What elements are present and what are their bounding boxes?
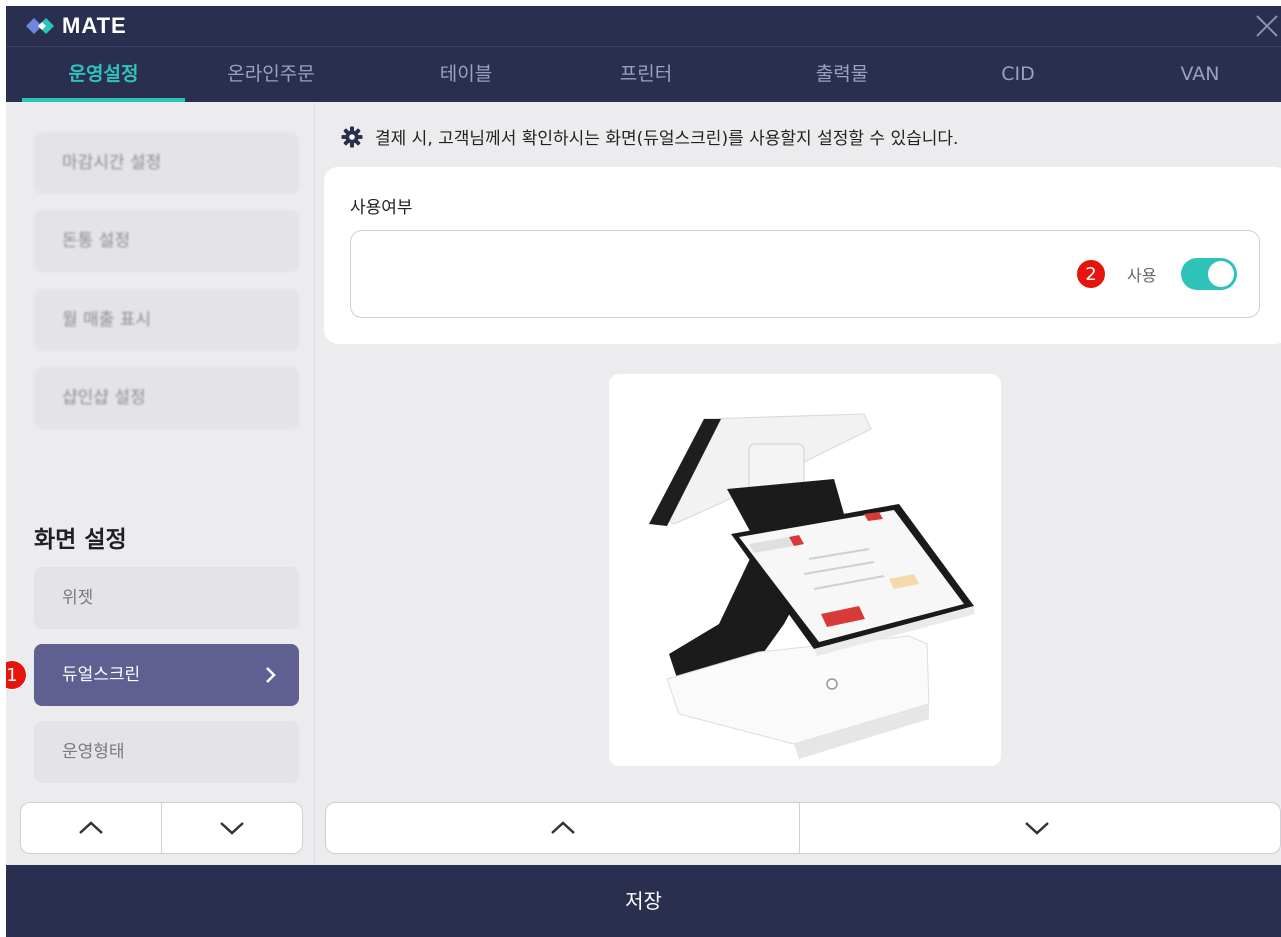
sidebar-item-label: 듀얼스크린 [62,665,141,685]
sidebar-scroll-down-button[interactable] [162,803,302,853]
sidebar-item-operation-type[interactable]: 운영형태 [34,721,299,783]
sidebar-item-label: 운영형태 [62,742,125,762]
app-logo: MATE [24,12,127,40]
usage-card: 사용여부 2 사용 [324,167,1281,344]
app-title: MATE [62,13,127,38]
dual-screen-toggle[interactable] [1181,258,1237,290]
sidebar-item-shop-in-shop[interactable]: 샵인샵 설정 [34,367,299,429]
sidebar-item-widget[interactable]: 위젯 [34,567,299,629]
usage-toggle-row: 2 사용 [350,230,1260,318]
content-scroll-down-button[interactable] [800,803,1273,853]
tab-printout[interactable]: 출력물 [782,47,902,103]
tab-bar: 운영설정 온라인주문 테이블 프린터 출력물 CID VAN [6,46,1281,102]
sidebar-scroll-up-button[interactable] [21,803,161,853]
chevron-up-icon [551,821,575,834]
main-content: 결제 시, 고객님께서 확인하시는 화면(듀얼스크린)를 사용할지 설정할 수 … [316,102,1281,865]
title-bar: MATE [6,6,1281,46]
dual-screen-device-image [609,374,1001,766]
sidebar-item-cash-drawer[interactable]: 돈통 설정 [34,210,299,272]
chevron-up-icon [79,821,103,834]
tab-van[interactable]: VAN [1140,47,1260,103]
sidebar-item-dual-screen[interactable]: 듀얼스크린 [34,644,299,706]
sidebar-item-label: 마감시간 설정 [62,153,162,173]
usage-label: 사용여부 [350,198,413,218]
chevron-right-icon [265,644,277,729]
sidebar: 마감시간 설정 돈통 설정 월 매출 표시 샵인샵 설정 화면 설정 위젯 듀얼… [6,102,315,865]
chevron-down-icon [220,822,244,835]
mate-logo-icon [26,18,54,34]
content-scroll-up-button[interactable] [326,803,799,853]
chevron-down-icon [1025,822,1049,835]
sidebar-item-label: 돈통 설정 [62,231,130,251]
app-window: MATE 운영설정 온라인주문 테이블 프린터 출력물 CID VAN 마감시간… [6,6,1281,937]
tab-cid[interactable]: CID [958,47,1078,103]
screen-settings-title: 화면 설정 [34,527,127,553]
close-icon [1256,15,1278,37]
annotation-marker-1: 1 [6,660,27,690]
info-line: 결제 시, 고객님께서 확인하시는 화면(듀얼스크린)를 사용할지 설정할 수 … [341,124,958,149]
toggle-label: 사용 [1127,266,1157,285]
save-button[interactable]: 저장 [6,865,1281,937]
tab-printer[interactable]: 프린터 [586,47,706,103]
sidebar-item-label: 샵인샵 설정 [62,388,146,408]
annotation-marker-2: 2 [1076,259,1106,289]
info-text: 결제 시, 고객님께서 확인하시는 화면(듀얼스크린)를 사용할지 설정할 수 … [375,129,959,149]
gear-icon [341,126,363,147]
sidebar-scroll-controls [20,802,303,854]
tab-online-order[interactable]: 온라인주문 [201,47,341,103]
tab-table[interactable]: 테이블 [406,47,526,103]
sidebar-item-monthly-sales[interactable]: 월 매출 표시 [34,289,299,351]
close-button[interactable] [1253,12,1281,40]
pos-terminal-illustration [649,413,975,759]
sidebar-item-label: 월 매출 표시 [62,310,152,330]
sidebar-item-closing-time[interactable]: 마감시간 설정 [34,132,299,194]
toggle-knob [1208,261,1234,287]
sidebar-item-label: 위젯 [62,588,94,608]
tab-operation-settings[interactable]: 운영설정 [22,47,185,103]
content-scroll-controls [325,802,1281,854]
